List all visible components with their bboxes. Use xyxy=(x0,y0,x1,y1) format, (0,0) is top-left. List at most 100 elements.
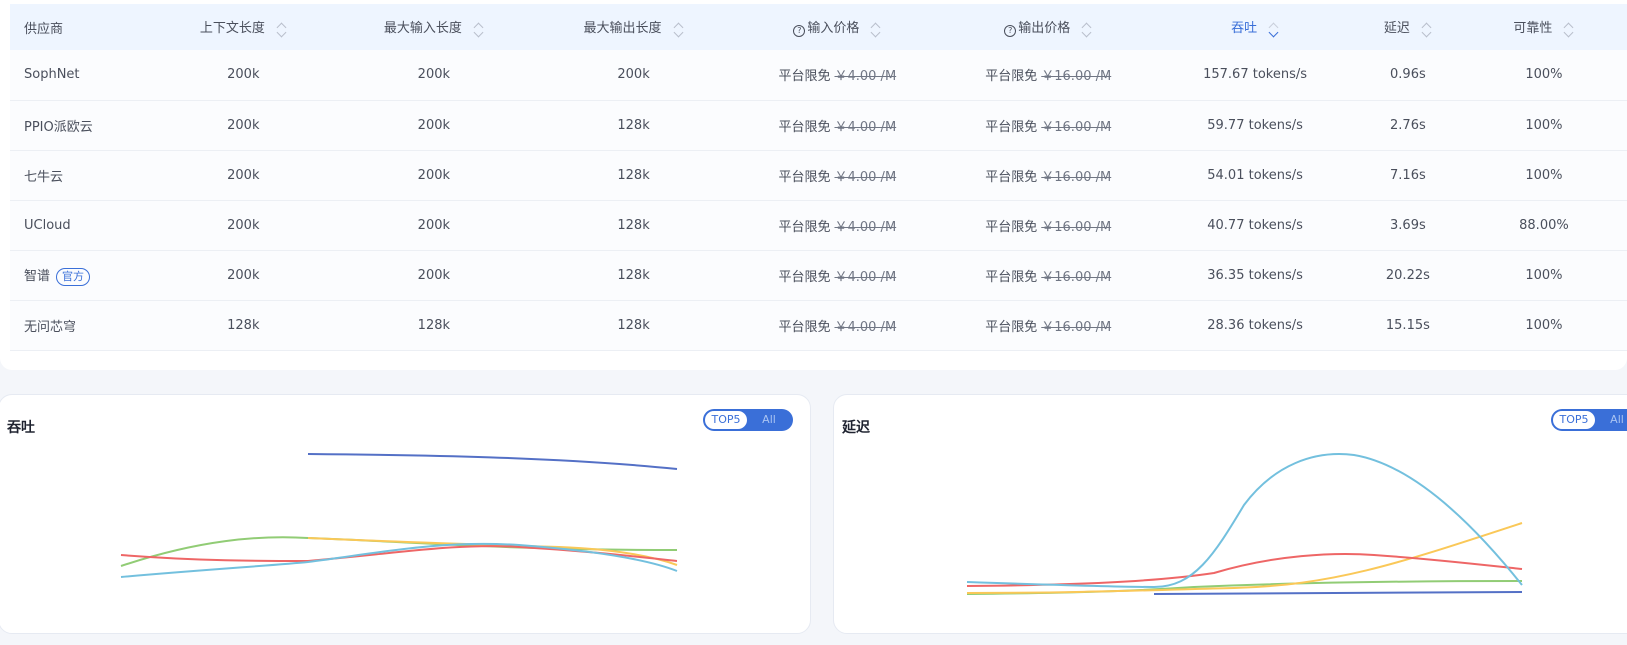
cell-reliability: 100% xyxy=(1525,67,1563,83)
free-label: 平台限免 xyxy=(985,69,1038,85)
cell-provider: SophNet xyxy=(10,50,153,100)
cell-context: 200k xyxy=(227,67,260,83)
original-input-price: ￥4.00 /M xyxy=(834,319,897,335)
series-line xyxy=(307,537,678,566)
provider-name[interactable]: PPIO派欧云 xyxy=(24,120,93,135)
header-input-price[interactable]: ? 输入价格 xyxy=(733,4,941,50)
cell-throughput: 36.35 tokens/s xyxy=(1207,267,1303,283)
cell-throughput: 59.77 tokens/s xyxy=(1207,117,1303,133)
original-output-price: ￥16.00 /M xyxy=(1041,119,1112,135)
cell-input-price: 平台限免 ￥4.00 /M xyxy=(733,200,941,250)
provider-name[interactable]: UCloud xyxy=(24,218,71,233)
cell-context: 128k xyxy=(227,317,260,333)
cell-provider: UCloud xyxy=(10,200,153,250)
latency-line-chart xyxy=(966,453,1523,595)
original-output-price: ￥16.00 /M xyxy=(1041,69,1112,85)
header-context[interactable]: 上下文长度 xyxy=(153,4,334,50)
cell-output-price: 平台限免 ￥16.00 /M xyxy=(941,250,1155,300)
free-label: 平台限免 xyxy=(985,169,1038,185)
cell-context: 200k xyxy=(227,267,260,283)
cell-max-input: 200k xyxy=(417,67,451,83)
original-input-price: ￥4.00 /M xyxy=(834,119,897,135)
cell-throughput: 54.01 tokens/s xyxy=(1207,167,1303,183)
original-input-price: ￥4.00 /M xyxy=(834,219,897,235)
sort-desc-icon[interactable] xyxy=(1268,21,1279,38)
help-icon[interactable]: ? xyxy=(793,25,806,37)
header-latency[interactable]: 延迟 xyxy=(1355,4,1461,50)
table-row: 智谱 官方 200k 200k 128k 平台限免 ￥4.00 /M 平台限免 ￥16.00 /… xyxy=(10,250,1627,300)
cell-max-output: 128k xyxy=(617,317,650,333)
cell-max-input: 128k xyxy=(417,317,451,333)
provider-name[interactable]: 七牛云 xyxy=(24,170,63,185)
cell-throughput: 157.67 tokens/s xyxy=(1203,67,1308,83)
official-badge: 官方 xyxy=(56,267,91,286)
header-provider: 供应商 xyxy=(24,21,64,37)
provider-table-card: 供应商 上下文长度 最大输入长度 最大输出长度 ? 输入价格 ? 输出价格 吞吐 延… xyxy=(0,0,1627,370)
provider-name[interactable]: 智谱 xyxy=(24,269,50,284)
free-label: 平台限免 xyxy=(778,319,831,335)
cell-reliability: 88.00% xyxy=(1519,217,1569,233)
provider-name[interactable]: 无问芯穹 xyxy=(24,320,76,335)
free-label: 平台限免 xyxy=(778,169,831,185)
cell-latency: 3.69s xyxy=(1390,217,1426,233)
cell-reliability: 100% xyxy=(1525,267,1563,283)
free-label: 平台限免 xyxy=(985,119,1038,135)
sort-icon[interactable] xyxy=(673,21,684,38)
free-label: 平台限免 xyxy=(778,219,831,235)
cell-context: 200k xyxy=(227,117,260,133)
cell-reliability: 100% xyxy=(1525,167,1563,183)
cell-max-input: 200k xyxy=(417,117,451,133)
help-icon[interactable]: ? xyxy=(1004,25,1017,37)
cell-max-input: 200k xyxy=(417,267,451,283)
original-output-price: ￥16.00 /M xyxy=(1041,269,1112,285)
free-label: 平台限免 xyxy=(778,269,831,285)
table-row: 七牛云 200k 200k 128k 平台限免 ￥4.00 /M 平台限免 ￥16.00 /M… xyxy=(10,150,1627,200)
throughput-line-chart xyxy=(120,453,678,578)
cell-output-price: 平台限免 ￥16.00 /M xyxy=(941,100,1155,150)
sort-icon[interactable] xyxy=(870,21,881,37)
header-reliability[interactable]: 可靠性 xyxy=(1461,4,1627,50)
cell-context: 200k xyxy=(227,217,260,233)
table-row: 无问芯穹 128k 128k 128k 平台限免 ￥4.00 /M 平台限免 ￥16.00 /… xyxy=(10,300,1627,350)
header-throughput[interactable]: 吞吐 xyxy=(1155,4,1355,50)
cell-input-price: 平台限免 ￥4.00 /M xyxy=(733,150,941,200)
throughput-chart-card: 吞吐 TOP5 All xyxy=(0,394,811,634)
sort-icon[interactable] xyxy=(1081,21,1092,37)
cell-reliability: 100% xyxy=(1525,317,1563,333)
header-max-input[interactable]: 最大输入长度 xyxy=(334,4,534,50)
series-line xyxy=(307,453,678,470)
provider-name[interactable]: SophNet xyxy=(24,67,80,82)
cell-output-price: 平台限免 ￥16.00 /M xyxy=(941,150,1155,200)
cell-latency: 0.96s xyxy=(1390,67,1426,83)
sort-icon[interactable] xyxy=(473,21,484,38)
latency-chart-card: 延迟 TOP5 All xyxy=(833,394,1627,634)
cell-max-output: 128k xyxy=(617,217,650,233)
cell-input-price: 平台限免 ￥4.00 /M xyxy=(733,250,941,300)
cell-latency: 15.15s xyxy=(1385,317,1430,333)
cell-latency: 7.16s xyxy=(1390,167,1426,183)
table-row: PPIO派欧云 200k 200k 128k 平台限免 ￥4.00 /M 平台限免 ￥16.0… xyxy=(10,100,1627,150)
original-output-price: ￥16.00 /M xyxy=(1041,219,1112,235)
free-label: 平台限免 xyxy=(985,319,1038,335)
cell-reliability: 100% xyxy=(1525,117,1563,133)
cell-latency: 20.22s xyxy=(1385,267,1430,283)
free-label: 平台限免 xyxy=(778,69,831,85)
cell-latency: 2.76s xyxy=(1390,117,1426,133)
original-output-price: ￥16.00 /M xyxy=(1041,169,1112,185)
series-line xyxy=(966,522,1523,594)
header-max-output[interactable]: 最大输出长度 xyxy=(534,4,734,50)
sort-icon[interactable] xyxy=(1563,21,1574,38)
cell-output-price: 平台限免 ￥16.00 /M xyxy=(941,300,1155,350)
series-line xyxy=(1153,591,1523,595)
original-output-price: ￥16.00 /M xyxy=(1041,319,1112,335)
table-row: SophNet 200k 200k 200k 平台限免 ￥4.00 /M 平台限免 ￥16.0… xyxy=(10,50,1627,100)
cell-max-output: 128k xyxy=(617,117,650,133)
cell-throughput: 28.36 tokens/s xyxy=(1207,317,1303,333)
free-label: 平台限免 xyxy=(985,269,1038,285)
cell-provider: 无问芯穹 xyxy=(10,300,153,350)
sort-icon[interactable] xyxy=(276,21,287,38)
sort-icon[interactable] xyxy=(1421,21,1432,38)
header-output-price[interactable]: ? 输出价格 xyxy=(941,4,1155,50)
cell-provider: PPIO派欧云 xyxy=(10,100,153,150)
cell-max-input: 200k xyxy=(417,217,451,233)
